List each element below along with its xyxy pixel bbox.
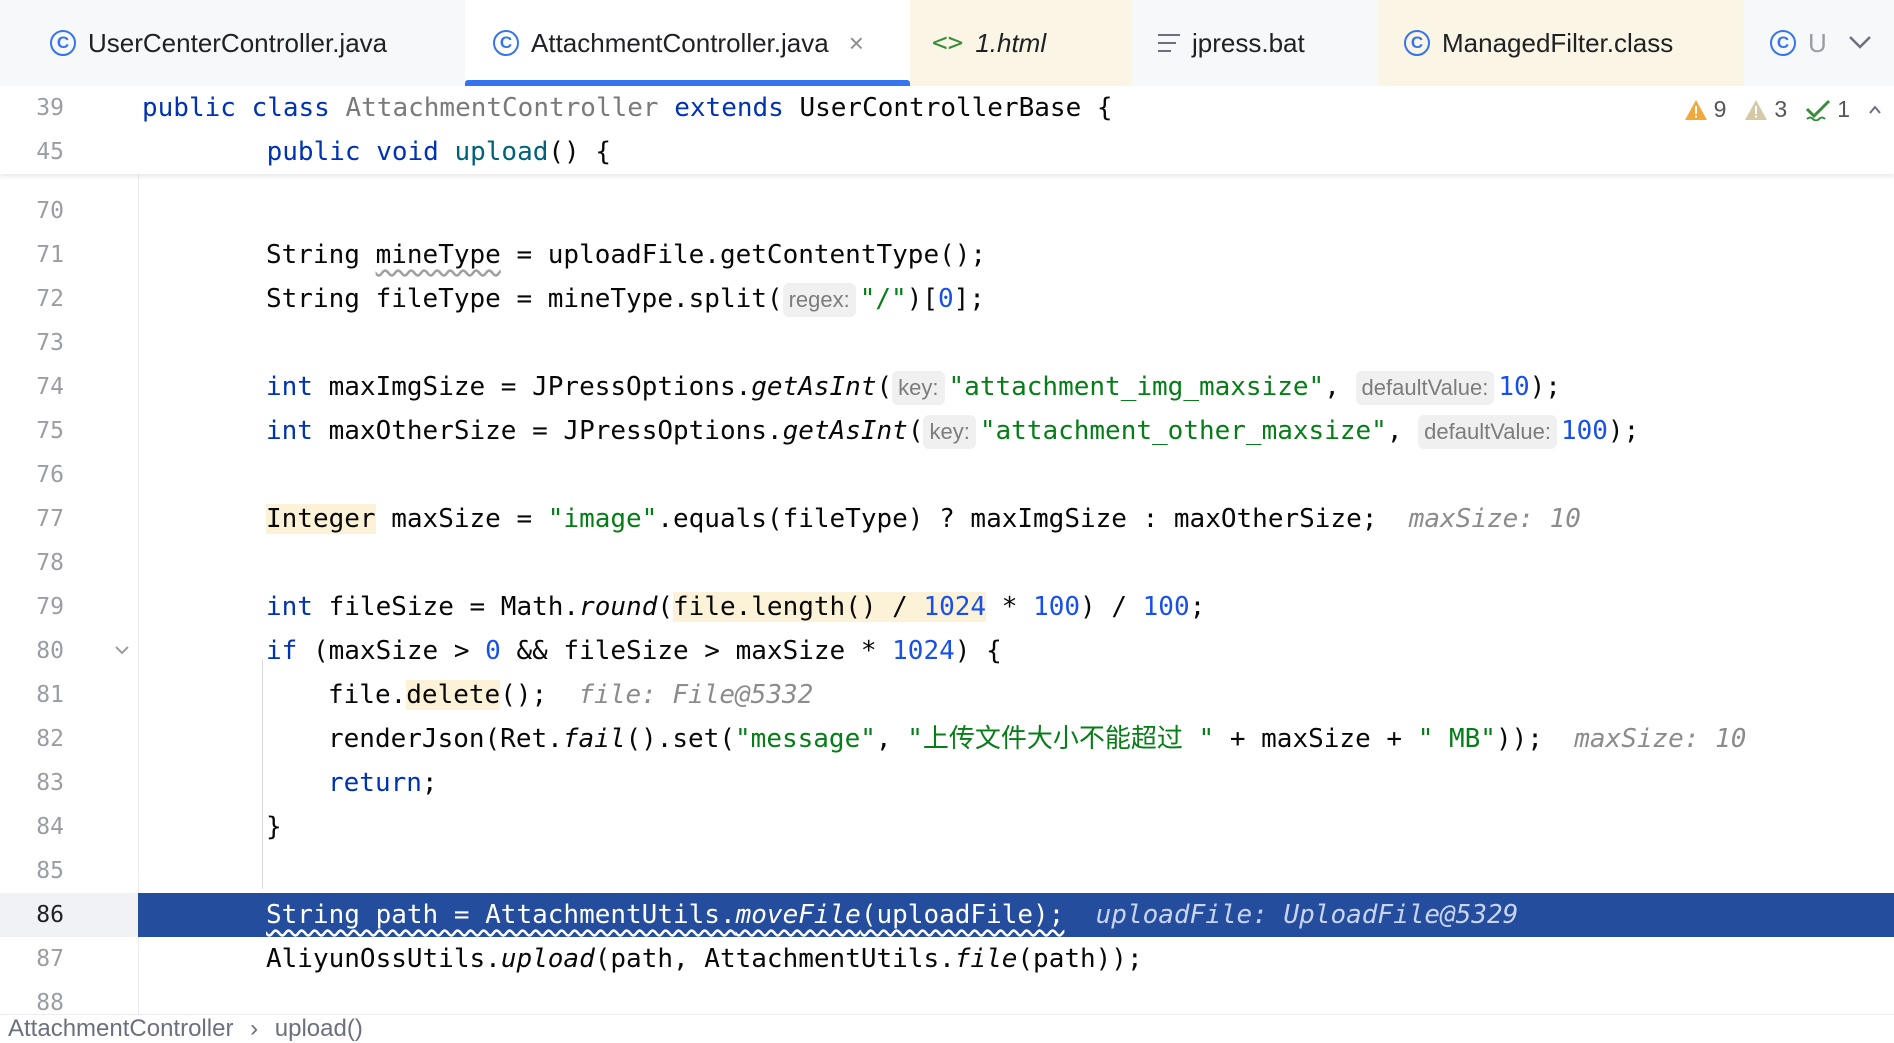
close-tab-icon[interactable]: × (849, 28, 864, 59)
tab-label: 1.html (975, 27, 1047, 58)
line-number: 82 (36, 726, 64, 752)
typo-check-icon (1806, 99, 1831, 121)
breadcrumb-class[interactable]: AttachmentController (8, 1015, 233, 1042)
line-number: 75 (36, 418, 64, 444)
code-line: public class AttachmentController extend… (142, 93, 1113, 123)
line-number: 71 (36, 242, 64, 268)
class-c-icon: C (1770, 30, 1796, 56)
tab-label: jpress.bat (1192, 27, 1305, 58)
code-line: public void upload() { (266, 137, 612, 167)
line-number: 76 (36, 462, 64, 488)
line-number: 79 (36, 594, 64, 620)
line-number: 39 (36, 95, 64, 121)
tab-usercentercontroller[interactable]: C UserCenterController.java (0, 0, 465, 86)
current-execution-line: 86 String path = AttachmentUtils.moveFil… (0, 893, 1894, 937)
warning-badge[interactable]: 9 (1684, 96, 1727, 123)
code-line: } (266, 812, 282, 842)
line-number: 86 (36, 902, 64, 928)
param-hint: defaultValue: (1355, 370, 1495, 405)
debug-value-hint: file: File@5332 (578, 680, 814, 710)
param-hint: regex: (782, 282, 856, 317)
code-line: int maxImgSize = JPressOptions.getAsInt(… (266, 365, 1561, 409)
weak-warning-count: 3 (1774, 96, 1788, 122)
weak-warning-icon (1745, 99, 1768, 120)
text-lines-icon (1158, 34, 1180, 52)
weak-warning-badge[interactable]: 3 (1744, 96, 1787, 123)
class-c-icon: C (1404, 30, 1430, 56)
param-hint: key: (892, 370, 945, 405)
line-number: 70 (36, 198, 64, 224)
code-line: file.delete(); file: File@5332 (328, 680, 814, 710)
warning-icon (1684, 99, 1707, 120)
line-number: 81 (36, 682, 64, 708)
line-number: 74 (36, 374, 64, 400)
tab-jpress-bat[interactable]: jpress.bat (1132, 0, 1378, 86)
chevron-up-icon[interactable] (1868, 103, 1882, 117)
ok-badge[interactable]: 1 (1805, 96, 1850, 123)
ok-count: 1 (1837, 96, 1850, 122)
tab-label: U (1808, 27, 1827, 58)
line-number: 72 (36, 286, 64, 312)
tab-attachmentcontroller[interactable]: C AttachmentController.java × (465, 0, 910, 86)
debug-value-hint: maxSize: 10 (1408, 504, 1581, 534)
code-line: renderJson(Ret.fail().set("message", "上传… (328, 724, 1747, 754)
tab-label: ManagedFilter.class (1442, 27, 1674, 58)
code-line: return; (328, 768, 438, 798)
line-number: 88 (36, 990, 64, 1014)
inspection-widget[interactable]: 9 3 1 (1684, 96, 1882, 123)
code-line: String mineType = uploadFile.getContentT… (266, 240, 987, 270)
code-editor[interactable]: 39 public class AttachmentController ext… (0, 86, 1894, 1014)
code-line: Integer maxSize = "image".equals(fileTyp… (266, 504, 1581, 534)
code-line: int maxOtherSize = JPressOptions.getAsIn… (266, 409, 1639, 453)
debug-value-hint: uploadFile: UploadFile@5329 (1095, 900, 1519, 930)
line-number: 77 (36, 506, 64, 532)
tab-label: UserCenterController.java (88, 27, 388, 58)
code-line: String path = AttachmentUtils.moveFile(u… (266, 900, 1519, 930)
breadcrumb-method[interactable]: upload() (275, 1015, 363, 1042)
line-number: 83 (36, 770, 64, 796)
tab-managedfilter-class[interactable]: C ManagedFilter.class (1378, 0, 1744, 86)
param-hint: key: (923, 414, 976, 449)
code-line: if (maxSize > 0 && fileSize > maxSize * … (266, 636, 1002, 666)
tab-u[interactable]: C U (1744, 0, 1844, 86)
code-line: String fileType = mineType.split(regex: "… (266, 277, 985, 321)
line-number: 84 (36, 814, 64, 840)
breadcrumb-separator: › (250, 1015, 259, 1042)
code-line: AliyunOssUtils.upload(path, AttachmentUt… (266, 944, 1143, 974)
tab-1-html[interactable]: <> 1.html (910, 0, 1132, 86)
code-line: int fileSize = Math.round(file.length() … (266, 592, 1206, 622)
breadcrumb: AttachmentController › upload() (0, 1014, 1894, 1043)
class-c-icon: C (50, 30, 76, 56)
editor-tab-bar: C UserCenterController.java C Attachment… (0, 0, 1894, 87)
sticky-lines: 39 public class AttachmentController ext… (0, 86, 1894, 174)
tab-label: AttachmentController.java (531, 27, 829, 58)
line-number: 45 (36, 139, 64, 165)
warning-count: 9 (1713, 96, 1727, 122)
fold-chevron-icon[interactable] (113, 641, 131, 659)
line-number: 85 (36, 858, 64, 884)
debug-value-hint: maxSize: 10 (1574, 724, 1747, 754)
current-line-gutter: 86 (0, 893, 138, 937)
line-number: 73 (36, 330, 64, 356)
line-number: 80 (36, 638, 64, 664)
line-number: 87 (36, 946, 64, 972)
chevron-down-icon[interactable] (1846, 28, 1874, 56)
param-hint: defaultValue: (1418, 414, 1557, 449)
line-number: 78 (36, 550, 64, 576)
html-code-icon: <> (932, 28, 964, 58)
class-c-icon: C (493, 30, 519, 56)
